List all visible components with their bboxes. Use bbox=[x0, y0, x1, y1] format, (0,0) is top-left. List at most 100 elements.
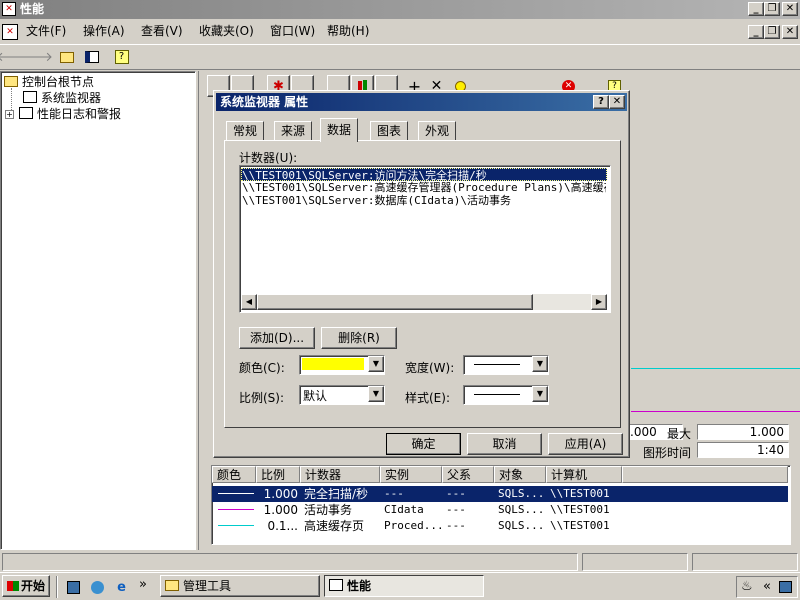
dialog-title-bar[interactable]: 系统监视器 属性 ? ✕ bbox=[216, 93, 627, 111]
show-desktop-icon[interactable] bbox=[62, 576, 85, 598]
menu-file[interactable]: 文件(F) bbox=[20, 21, 72, 41]
legend-row[interactable]: 1.000 活动事务 CIdata --- SQLS... \\TEST001 bbox=[212, 502, 788, 518]
style-select[interactable]: ▼ bbox=[463, 385, 549, 405]
app-title: 性能 bbox=[20, 2, 45, 16]
legend-row[interactable]: 0.1... 高速缓存页 Proced... --- SQLS... \\TEST001 bbox=[212, 518, 788, 534]
menu-favorites[interactable]: 收藏夹(O) bbox=[193, 21, 260, 41]
line-style-sample bbox=[474, 394, 520, 395]
dropdown-arrow-icon[interactable]: ▼ bbox=[368, 386, 384, 402]
start-button[interactable]: 开始 bbox=[2, 575, 50, 597]
col-object[interactable]: 对象 bbox=[494, 466, 546, 483]
dialog-close-button[interactable]: ✕ bbox=[609, 95, 625, 109]
legend-cell-object: SQLS... bbox=[498, 503, 545, 516]
col-color[interactable]: 颜色 bbox=[212, 466, 256, 483]
counters-list[interactable]: \\TEST001\SQLServer:访问方法\完全扫描/秒 \\TEST00… bbox=[239, 165, 611, 313]
legend-cell-scale: 1.000 bbox=[263, 503, 298, 517]
forward-arrow-icon[interactable]: 🡒 bbox=[18, 46, 53, 68]
child-minimize-button[interactable]: _ bbox=[748, 25, 764, 39]
apply-button[interactable]: 应用(A) bbox=[548, 433, 623, 455]
app-title-bar[interactable]: ✕ 性能 _ ❐ ✕ bbox=[0, 0, 800, 19]
dialog-help-button[interactable]: ? bbox=[593, 95, 609, 109]
up-folder-icon[interactable] bbox=[55, 46, 78, 68]
tab-data[interactable]: 数据 bbox=[320, 118, 359, 142]
line-width-sample bbox=[474, 364, 520, 365]
outlook-express-icon[interactable] bbox=[86, 576, 109, 598]
legend-color-line bbox=[218, 525, 254, 526]
restore-button[interactable]: ❐ bbox=[764, 2, 780, 16]
legend-cell-counter: 高速缓存页 bbox=[304, 519, 365, 533]
folder-icon bbox=[4, 76, 18, 87]
color-select[interactable]: ▼ bbox=[299, 355, 385, 375]
tray-chevron[interactable]: « bbox=[763, 579, 771, 594]
col-scale[interactable]: 比例 bbox=[256, 466, 300, 483]
counter-item[interactable]: \\TEST001\SQLServer:访问方法\完全扫描/秒 bbox=[241, 168, 607, 181]
perf-icon bbox=[329, 579, 343, 591]
internet-explorer-icon[interactable]: e bbox=[110, 576, 133, 598]
windows-logo-icon bbox=[6, 581, 19, 591]
legend-table: 颜色 比例 计数器 实例 父系 对象 计算机 1.000 完全扫描/秒 --- ---… bbox=[211, 465, 791, 545]
color-swatch bbox=[302, 358, 364, 370]
scroll-left-arrow[interactable]: ◀ bbox=[241, 294, 257, 310]
counter-item[interactable]: \\TEST001\SQLServer:数据库(CIdata)\活动事务 bbox=[242, 194, 606, 207]
status-pane-2 bbox=[582, 553, 688, 571]
ok-button[interactable]: 确定 bbox=[386, 433, 461, 455]
menu-window[interactable]: 窗口(W) bbox=[264, 21, 321, 41]
start-label: 开始 bbox=[20, 579, 45, 593]
tree-item-label: 系统监视器 bbox=[41, 91, 102, 105]
col-parent[interactable]: 父系 bbox=[442, 466, 494, 483]
remove-counter-button[interactable]: 删除(R) bbox=[321, 327, 397, 349]
child-close-button[interactable]: ✕ bbox=[782, 25, 798, 39]
tab-source[interactable]: 来源 bbox=[274, 121, 313, 141]
legend-color-line bbox=[218, 493, 254, 494]
quicklaunch-chevron[interactable]: » bbox=[139, 577, 147, 592]
tree-item-system-monitor[interactable]: 系统监视器 bbox=[23, 90, 101, 106]
width-select[interactable]: ▼ bbox=[463, 355, 549, 375]
dropdown-arrow-icon[interactable]: ▼ bbox=[532, 386, 548, 402]
cancel-button[interactable]: 取消 bbox=[467, 433, 542, 455]
legend-color-line bbox=[218, 509, 254, 510]
show-hide-tree-icon[interactable] bbox=[80, 46, 103, 68]
menu-action[interactable]: 操作(A) bbox=[77, 21, 131, 41]
properties-dialog: 系统监视器 属性 ? ✕ 常规 来源 数据 图表 外观 计数器(U): \\TE… bbox=[213, 90, 630, 458]
scroll-thumb[interactable] bbox=[257, 294, 533, 310]
scroll-right-arrow[interactable]: ▶ bbox=[591, 294, 607, 310]
menu-bar: ✕ 文件(F) 操作(A) 查看(V) 收藏夹(O) 窗口(W) 帮助(H) _… bbox=[0, 21, 800, 43]
graph-canvas bbox=[631, 111, 800, 417]
tab-general[interactable]: 常规 bbox=[226, 121, 265, 141]
tray-network-icon[interactable] bbox=[779, 581, 792, 593]
graph-time-box: 1:40 bbox=[697, 442, 789, 458]
expand-plus-icon[interactable]: + bbox=[5, 110, 14, 119]
horizontal-scrollbar[interactable]: ◀ ▶ bbox=[241, 294, 607, 310]
scale-select[interactable]: 默认 ▼ bbox=[299, 385, 385, 405]
legend-cell-parent: --- bbox=[446, 503, 466, 516]
max-label: 最大 bbox=[667, 427, 692, 441]
dropdown-arrow-icon[interactable]: ▼ bbox=[532, 356, 548, 372]
quicklaunch-divider bbox=[56, 576, 58, 598]
col-instance[interactable]: 实例 bbox=[380, 466, 442, 483]
menu-help[interactable]: 帮助(H) bbox=[321, 21, 375, 41]
value-bar: .000 最大 1.000 图形时间 1:40 bbox=[627, 424, 799, 460]
tray-sql-icon[interactable]: ♨ bbox=[741, 579, 753, 594]
legend-cell-counter: 活动事务 bbox=[304, 503, 353, 517]
menu-view[interactable]: 查看(V) bbox=[135, 21, 189, 41]
col-computer[interactable]: 计算机 bbox=[546, 466, 622, 483]
task-performance[interactable]: 性能 bbox=[324, 575, 484, 597]
task-admin-tools[interactable]: 管理工具 bbox=[160, 575, 320, 597]
minimize-button[interactable]: _ bbox=[748, 2, 764, 16]
tree-root[interactable]: 控制台根节点 bbox=[4, 74, 94, 90]
counters-label: 计数器(U): bbox=[239, 151, 298, 165]
legend-row[interactable]: 1.000 完全扫描/秒 --- --- SQLS... \\TEST001 bbox=[212, 486, 788, 502]
child-restore-button[interactable]: ❐ bbox=[764, 25, 780, 39]
tab-appearance[interactable]: 外观 bbox=[418, 121, 457, 141]
counter-item[interactable]: \\TEST001\SQLServer:高速缓存管理器(Procedure Pl… bbox=[242, 181, 606, 194]
tree-item-perf-logs[interactable]: + 性能日志和警报 bbox=[5, 106, 121, 122]
col-counter[interactable]: 计数器 bbox=[300, 466, 380, 483]
dropdown-arrow-icon[interactable]: ▼ bbox=[368, 356, 384, 372]
close-button[interactable]: ✕ bbox=[782, 2, 798, 16]
add-counter-button[interactable]: 添加(D)... bbox=[239, 327, 315, 349]
status-pane-3 bbox=[692, 553, 798, 571]
folder-icon bbox=[165, 580, 179, 591]
scale-value: 默认 bbox=[303, 389, 328, 403]
help-icon[interactable]: ? bbox=[110, 46, 133, 68]
tab-graph[interactable]: 图表 bbox=[370, 121, 409, 141]
